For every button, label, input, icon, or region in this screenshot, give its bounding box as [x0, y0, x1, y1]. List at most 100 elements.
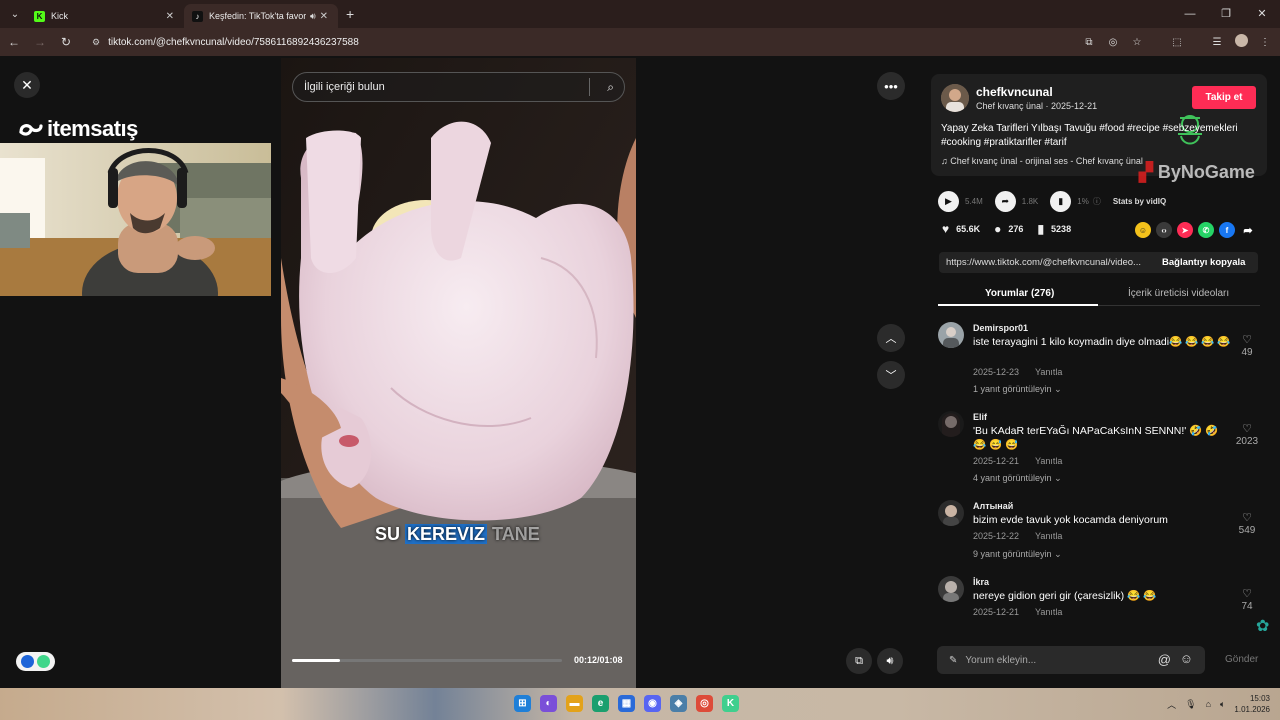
more-options-icon[interactable]: •••	[877, 72, 905, 100]
site-info-icon[interactable]: ⚙	[92, 37, 100, 48]
comment-date: 2025-12-21	[973, 456, 1020, 466]
commenter-avatar[interactable]	[938, 500, 964, 526]
video-subtitle: SU KEREVIZ TANE	[375, 524, 540, 545]
view-replies-button[interactable]: 9 yanıt görüntüleyin ⌄	[973, 549, 1062, 560]
search-icon[interactable]: ⌕	[607, 80, 614, 95]
itemsatis-logo: itemsatış	[18, 116, 138, 142]
follow-button[interactable]: Takip et	[1192, 86, 1256, 109]
close-tab-icon[interactable]: ✕	[166, 11, 174, 22]
discord-icon[interactable]: ◉	[644, 695, 661, 712]
minimize-icon[interactable]: —	[1172, 0, 1208, 28]
tab-search-icon[interactable]: ⌄	[4, 3, 26, 25]
mention-icon[interactable]: @	[1158, 652, 1171, 667]
creator-avatar[interactable]	[941, 84, 969, 112]
vidiq-label[interactable]: Stats by vidIQ	[1113, 197, 1166, 206]
network-icon[interactable]: ⌂	[1206, 699, 1211, 709]
clock[interactable]: 15:03 1.01.2026	[1234, 693, 1270, 715]
reply-button[interactable]: Yanıtla	[1035, 456, 1062, 466]
chrome-icon[interactable]: ◎	[696, 695, 713, 712]
comment-like[interactable]: ♡ 74	[1234, 587, 1260, 612]
tray-chevron-icon[interactable]: ︿	[1167, 698, 1176, 711]
restore-icon[interactable]: ❐	[1208, 0, 1244, 28]
share-more-icon[interactable]: ➦	[1240, 222, 1256, 238]
coin-icon[interactable]: ☺	[1135, 222, 1151, 238]
eye-off-icon[interactable]: ◎	[1106, 37, 1120, 48]
comment-like[interactable]: ♡ 2023	[1234, 422, 1260, 447]
next-video-button[interactable]: ﹀	[877, 361, 905, 389]
tab-comments[interactable]: Yorumlar (276)	[985, 288, 1054, 299]
video-progress-bar[interactable]	[292, 659, 562, 662]
bookmark-star-icon[interactable]: ☆	[1130, 37, 1144, 48]
file-explorer-icon[interactable]: ▬	[566, 695, 583, 712]
kick-app-icon[interactable]: K	[722, 695, 739, 712]
start-icon[interactable]: ⊞	[514, 695, 531, 712]
comment-icon[interactable]: ●	[994, 222, 1001, 236]
reading-list-icon[interactable]: ☰	[1210, 37, 1224, 48]
copy-link-button[interactable]: Bağlantıyı kopyala	[1162, 257, 1245, 268]
sticker-icon[interactable]: ✎	[949, 655, 957, 666]
comment-like[interactable]: ♡ 549	[1234, 511, 1260, 536]
commenter-name[interactable]: Elif	[973, 412, 987, 422]
related-search-input[interactable]: İlgili içeriği bulun ⌕	[292, 72, 625, 102]
tab-creator-videos[interactable]: İçerik üreticisi videoları	[1128, 288, 1229, 299]
forward-icon[interactable]: →	[28, 35, 52, 49]
video-link-field[interactable]: https://www.tiktok.com/@chefkvncunal/vid…	[939, 257, 1156, 268]
reply-button[interactable]: Yanıtla	[1035, 531, 1062, 541]
play-icon: ▶	[938, 191, 959, 212]
commenter-name[interactable]: Demirspor01	[973, 323, 1028, 333]
send-to-friends-icon[interactable]: ➤	[1177, 222, 1193, 238]
music-line[interactable]: ♫ Chef kıvanç ünal - orijinal ses - Chef…	[941, 156, 1143, 166]
send-button[interactable]: Gönder	[1225, 654, 1258, 665]
commenter-avatar[interactable]	[938, 576, 964, 602]
chatgpt-icon[interactable]: ✿	[1256, 616, 1269, 636]
info-icon[interactable]: ⓘ	[1093, 196, 1101, 207]
profile-avatar[interactable]	[1234, 34, 1248, 50]
url-field[interactable]: ⚙ tiktok.com/@chefkvncunal/video/7586116…	[86, 31, 1086, 53]
comment-input[interactable]: ✎ Yorum ekleyin... @ ☺	[937, 646, 1205, 674]
facebook-icon[interactable]: f	[1219, 222, 1235, 238]
kick-favicon-icon: K	[34, 10, 45, 22]
new-tab-button[interactable]: +	[346, 6, 354, 22]
brand-text: itemsatış	[47, 116, 138, 141]
volume-tray-icon[interactable]: 🔈︎	[1220, 699, 1225, 710]
reload-icon[interactable]: ↻	[54, 35, 78, 49]
video-player[interactable]: İlgili içeriği bulun ⌕ SU KEREVIZ TANE 0…	[281, 58, 636, 688]
commenter-avatar[interactable]	[938, 322, 964, 348]
menu-kebab-icon[interactable]: ⋮	[1258, 37, 1272, 48]
commenter-name[interactable]: İkra	[973, 577, 989, 587]
extensions-icon[interactable]: ⬚	[1170, 37, 1184, 48]
microphone-icon[interactable]: 🎙︎	[1185, 699, 1196, 710]
close-icon[interactable]: ✕	[14, 72, 40, 98]
install-app-icon[interactable]: ⧉	[1082, 37, 1096, 48]
view-replies-button[interactable]: 4 yanıt görüntüleyin ⌄	[973, 473, 1062, 484]
tab-kick[interactable]: K Kick ✕	[26, 4, 184, 28]
view-replies-button[interactable]: 1 yanıt görüntüleyin ⌄	[973, 384, 1062, 395]
bookmark-icon[interactable]: ▮	[1037, 222, 1044, 236]
reply-button[interactable]: Yanıtla	[1035, 367, 1062, 377]
reply-button[interactable]: Yanıtla	[1035, 607, 1062, 617]
speaker-icon[interactable]: 🔊︎	[310, 11, 316, 22]
creator-handle[interactable]: chefkvncunal	[976, 85, 1053, 99]
copilot-icon[interactable]: ◐	[540, 695, 557, 712]
comment-like[interactable]: ♡ 49	[1234, 333, 1260, 358]
clock-time: 15:03	[1249, 694, 1270, 703]
network-app-icon[interactable]: ◈	[670, 695, 687, 712]
vidiq-toggle[interactable]	[16, 652, 55, 671]
edge-icon[interactable]: e	[592, 695, 609, 712]
floating-player-icon[interactable]: ⧉	[846, 648, 872, 674]
previous-video-button[interactable]: ︿	[877, 324, 905, 352]
plays-value: 5.4M	[965, 197, 983, 206]
back-icon[interactable]: ←	[2, 35, 26, 49]
close-tab-icon[interactable]: ✕	[320, 11, 328, 22]
store-icon[interactable]: ▦	[618, 695, 635, 712]
embed-code-icon[interactable]: ‹›	[1156, 222, 1172, 238]
like-heart-icon[interactable]: ♥	[942, 222, 949, 236]
close-window-icon[interactable]: ✕	[1244, 0, 1280, 28]
tab-tiktok[interactable]: ♪ Keşfedin: TikTok'ta favori vi 🔊︎ ✕	[184, 4, 338, 28]
whatsapp-icon[interactable]: ✆	[1198, 222, 1214, 238]
commenter-name[interactable]: Алтынай	[973, 501, 1013, 511]
emoji-icon[interactable]: ☺	[1180, 651, 1193, 666]
commenter-avatar[interactable]	[938, 411, 964, 437]
video-stage: ✕ itemsatış İlgili içeriği bulun ⌕ SU KE…	[0, 56, 918, 688]
volume-icon[interactable]: 🔊︎	[877, 648, 903, 674]
